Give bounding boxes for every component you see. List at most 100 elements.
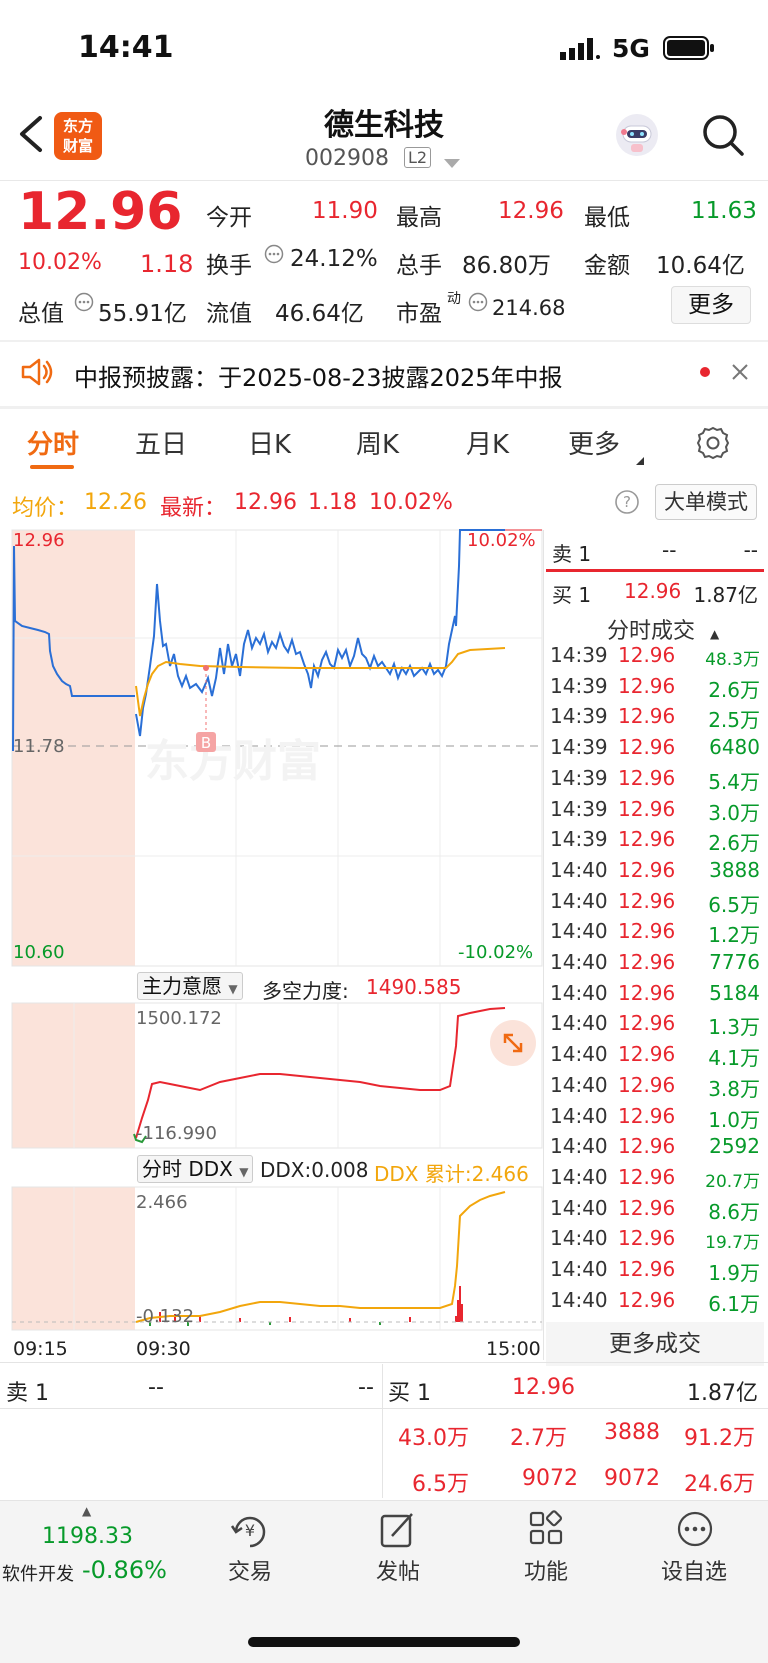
- trade-volume: 1.2万: [708, 923, 760, 948]
- trade-price: 12.96: [618, 673, 676, 698]
- trade-volume: 6480: [709, 735, 760, 760]
- search-icon[interactable]: [700, 112, 746, 162]
- order-queue-cell: 3888: [604, 1420, 660, 1445]
- high-label: 最高: [396, 205, 442, 231]
- notice-text[interactable]: 中报预披露：于2025-08-23披露2025年中报: [74, 358, 563, 393]
- big-order-mode-button[interactable]: 大单模式: [655, 484, 757, 520]
- trade-time: 14:39: [550, 735, 608, 760]
- trade-price: 12.96: [618, 950, 676, 974]
- trade-time: 14:40: [550, 1226, 608, 1251]
- order-queue-cell: 2.7万: [510, 1426, 567, 1451]
- tab-daily-k[interactable]: 日K: [248, 424, 291, 461]
- tab-five-day[interactable]: 五日: [135, 424, 187, 461]
- trade-volume: 3.0万: [708, 800, 760, 825]
- orderbook-buy1-vol: 1.87亿: [687, 1381, 758, 1406]
- level-book-buy1: 买 1 12.96 1.87亿: [552, 579, 758, 607]
- low-label: 最低: [584, 205, 630, 231]
- indicator2-selector[interactable]: 分时 DDX ▼: [137, 1155, 254, 1183]
- grid-icon: [529, 1510, 563, 1545]
- amount-value: 10.64亿: [656, 253, 745, 279]
- stock-code: 002908: [305, 146, 389, 171]
- trade-row: 14:40 12.96 1.3万: [550, 1011, 760, 1042]
- indicator1-selector[interactable]: 主力意愿 ▼: [137, 972, 243, 1000]
- chevron-down-icon[interactable]: [444, 154, 460, 173]
- more-trades-button[interactable]: 更多成交: [546, 1322, 764, 1366]
- battery-icon: [663, 36, 715, 66]
- order-queue-cell: 9072: [522, 1466, 578, 1491]
- trade-row: 14:40 12.96 6.5万: [550, 889, 760, 920]
- level-book-separator: [546, 569, 764, 572]
- trade-time: 14:40: [550, 1042, 608, 1067]
- indicator1-min: -116.990: [136, 1123, 217, 1144]
- pe-value: 214.68: [492, 296, 566, 320]
- volume-value: 86.80万: [462, 253, 551, 279]
- help-icon[interactable]: ?: [614, 489, 640, 519]
- trade-time: 14:39: [550, 673, 608, 698]
- info-icon[interactable]: [74, 292, 94, 316]
- trade-volume: 4.1万: [708, 1046, 760, 1071]
- orderbook-buy1-price: 12.96: [512, 1375, 575, 1400]
- settings-gear-icon[interactable]: [696, 426, 730, 464]
- trade-price: 12.96: [618, 1103, 676, 1128]
- trade-volume: 2.6万: [708, 831, 760, 856]
- ddx-bars: [159, 1286, 463, 1322]
- trade-row: 14:39 12.96 2.6万: [550, 674, 760, 705]
- info-icon[interactable]: [468, 292, 488, 316]
- svg-text:B: B: [201, 734, 211, 752]
- trade-row: 14:40 12.96 19.7万: [550, 1226, 760, 1257]
- robot-avatar-icon[interactable]: [614, 112, 660, 158]
- trade-row: 14:40 12.96 8.6万: [550, 1196, 760, 1227]
- trade-row: 14:40 12.96 3.8万: [550, 1073, 760, 1104]
- change-percent: 10.02%: [18, 250, 102, 275]
- ddx-label: DDX:0.008: [260, 1158, 369, 1182]
- trades-header[interactable]: 分时成交 ▲: [607, 613, 719, 645]
- tab-monthly-k[interactable]: 月K: [466, 424, 509, 461]
- bull-bear-value: 1490.585: [366, 975, 462, 999]
- more-button[interactable]: 更多: [671, 286, 751, 324]
- trade-price: 12.96: [618, 888, 676, 913]
- speaker-icon: [20, 357, 54, 391]
- level2-badge[interactable]: L2: [404, 147, 432, 168]
- trade-time: 14:40: [550, 1011, 608, 1036]
- trade-time: 14:39: [550, 704, 608, 729]
- trade-time: 14:40: [550, 1257, 608, 1281]
- yuan-exchange-icon: ¥: [230, 1516, 266, 1548]
- post-button[interactable]: 发帖: [338, 1510, 458, 1590]
- time-axis-start: 09:15: [13, 1338, 68, 1360]
- tab-more[interactable]: 更多: [568, 424, 620, 461]
- trade-price: 12.96: [618, 857, 676, 882]
- trade-row: 14:39 12.96 48.3万: [550, 643, 760, 674]
- trade-price: 12.96: [618, 1164, 676, 1189]
- functions-button[interactable]: 功能: [486, 1510, 606, 1590]
- tab-intraday[interactable]: 分时: [27, 424, 79, 461]
- trade-row: 14:39 12.96 2.5万: [550, 704, 760, 735]
- info-icon[interactable]: [264, 244, 284, 268]
- change-amount: 1.18: [140, 250, 194, 278]
- trade-time: 14:40: [550, 1195, 608, 1220]
- time-axis-open: 09:30: [136, 1338, 191, 1360]
- more-dots-icon: [677, 1511, 713, 1547]
- trade-time: 14:40: [550, 1164, 608, 1189]
- industry-index[interactable]: ▲ 1198.33 软件开发 -0.86%: [0, 1504, 180, 1585]
- trade-price: 12.96: [618, 1257, 676, 1281]
- trade-row: 14:40 12.96 5184: [550, 981, 760, 1012]
- tab-weekly-k[interactable]: 周K: [356, 424, 399, 461]
- add-watchlist-button[interactable]: 设自选: [634, 1510, 754, 1590]
- trade-time: 14:40: [550, 950, 608, 974]
- trade-price: 12.96: [618, 1011, 676, 1036]
- trade-price: 12.96: [618, 796, 676, 821]
- avg-price-line: [135, 647, 506, 717]
- trade-price: 12.96: [618, 1042, 676, 1067]
- market-cap-label: 总值: [18, 301, 64, 327]
- expand-icon[interactable]: [490, 1020, 536, 1066]
- trade-volume: 2.6万: [708, 677, 760, 702]
- trade-volume: 2592: [709, 1134, 760, 1159]
- pct-axis-top: 10.02%: [467, 530, 536, 551]
- close-icon[interactable]: [730, 362, 750, 386]
- trade-row: 14:40 12.96 1.9万: [550, 1257, 760, 1288]
- latest-change: 1.18: [308, 490, 357, 515]
- trade-row: 14:40 12.96 3888: [550, 858, 760, 889]
- home-indicator: [248, 1637, 520, 1647]
- trade-button[interactable]: ¥ 交易: [190, 1510, 310, 1590]
- trade-row: 14:40 12.96 6.1万: [550, 1288, 760, 1319]
